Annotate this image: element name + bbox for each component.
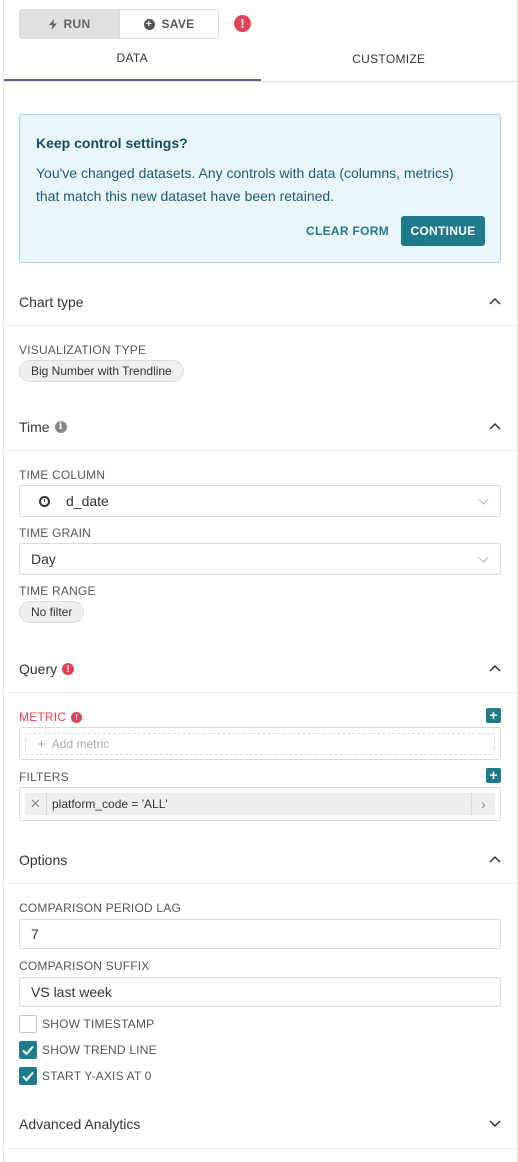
time-grain-label: TIME GRAIN — [19, 526, 92, 540]
run-button[interactable]: RUN — [20, 10, 120, 38]
section-title: Time — [19, 419, 50, 435]
chevron-right-icon[interactable]: › — [471, 793, 495, 815]
error-icon[interactable]: ! — [62, 663, 75, 675]
run-save-button-group: RUN + SAVE — [19, 9, 219, 39]
tab-customize[interactable]: CUSTOMIZE — [261, 40, 518, 81]
comparison-period-lag-input[interactable]: 7 — [19, 919, 501, 949]
run-button-label: RUN — [63, 17, 91, 31]
section-header-advanced-analytics[interactable]: Advanced Analytics — [4, 1102, 517, 1148]
check-icon — [22, 1045, 34, 1056]
comparison-suffix-input[interactable]: VS last week — [19, 977, 501, 1007]
section-title: Options — [19, 852, 68, 868]
add-metric-placeholder: Add metric — [51, 737, 110, 751]
show-trend-line-checkbox[interactable] — [19, 1041, 37, 1059]
time-grain-select[interactable]: Day — [19, 543, 501, 575]
chevron-up-icon — [489, 422, 501, 430]
filter-tag-label: platform_code = 'ALL' — [52, 797, 168, 811]
visualization-type-label: VISUALIZATION TYPE — [19, 343, 147, 357]
section-header-time[interactable]: Time i — [4, 405, 517, 451]
metric-label: METRIC — [19, 710, 67, 724]
time-column-value: d_date — [66, 493, 109, 509]
panel-left-border — [3, 0, 4, 1162]
chevron-up-icon — [489, 664, 501, 672]
section-title-wrap: Time i — [19, 419, 67, 435]
chevron-down-icon — [489, 1120, 501, 1128]
chevron-down-icon — [478, 557, 489, 563]
comparison-suffix-label: COMPARISON SUFFIX — [19, 959, 150, 973]
section-title: Chart type — [19, 294, 84, 310]
section-title-wrap: Query ! — [19, 661, 75, 677]
toolbar: RUN + SAVE ! — [19, 9, 251, 39]
check-icon — [22, 1071, 34, 1082]
section-header-options[interactable]: Options — [4, 838, 517, 884]
section-header-chart-type[interactable]: Chart type — [4, 280, 517, 326]
save-button-label: SAVE — [161, 17, 195, 31]
continue-button[interactable]: CONTINUE — [401, 216, 485, 246]
exclamation-circle-icon[interactable]: ! — [234, 15, 251, 32]
start-y-axis-label: START Y-AXIS AT 0 — [42, 1069, 152, 1083]
show-timestamp-checkbox-row[interactable]: SHOW TIMESTAMP — [19, 1015, 154, 1033]
alert-title: Keep control settings? — [36, 135, 188, 151]
chevron-down-icon — [478, 499, 489, 505]
show-timestamp-checkbox[interactable] — [19, 1015, 37, 1033]
show-trend-line-checkbox-row[interactable]: SHOW TREND LINE — [19, 1041, 157, 1059]
start-y-axis-checkbox-row[interactable]: START Y-AXIS AT 0 — [19, 1067, 152, 1085]
bolt-icon — [48, 18, 57, 30]
tab-data[interactable]: DATA — [4, 40, 261, 81]
show-timestamp-label: SHOW TIMESTAMP — [42, 1017, 155, 1031]
start-y-axis-checkbox[interactable] — [19, 1067, 37, 1085]
show-trend-line-label: SHOW TREND LINE — [42, 1043, 157, 1057]
divider — [4, 1148, 517, 1149]
chevron-up-icon — [489, 297, 501, 305]
time-grain-value: Day — [31, 551, 56, 567]
save-button[interactable]: + SAVE — [120, 10, 218, 38]
visualization-type-pill[interactable]: Big Number with Trendline — [19, 360, 184, 382]
time-column-label: TIME COLUMN — [19, 468, 106, 482]
clear-form-button[interactable]: CLEAR FORM — [306, 224, 389, 238]
section-title: Advanced Analytics — [19, 1116, 141, 1132]
add-metric-plus-button[interactable]: + — [486, 708, 501, 723]
metric-field: + Add metric — [19, 727, 501, 760]
chevron-up-icon — [489, 855, 501, 863]
close-icon[interactable]: ✕ — [25, 793, 47, 815]
keep-settings-alert: Keep control settings? You've changed da… — [19, 114, 501, 263]
error-icon[interactable]: ! — [71, 711, 83, 723]
section-header-query[interactable]: Query ! — [4, 647, 517, 693]
metric-label-wrap: METRIC ! — [19, 710, 83, 724]
plus-circle-icon: + — [143, 18, 155, 30]
comparison-period-lag-label: COMPARISON PERIOD LAG — [19, 901, 182, 915]
time-range-label: TIME RANGE — [19, 584, 96, 598]
section-title: Query — [19, 661, 58, 677]
add-metric-dropzone[interactable]: + Add metric — [25, 733, 495, 755]
alert-body: You've changed datasets. Any controls wi… — [36, 165, 454, 204]
info-icon[interactable]: i — [54, 421, 67, 433]
time-column-select[interactable]: d_date — [19, 485, 501, 517]
filters-label: FILTERS — [19, 770, 69, 784]
filter-tag[interactable]: ✕ platform_code = 'ALL' › — [25, 793, 495, 815]
add-filter-plus-button[interactable]: + — [486, 768, 501, 783]
plus-icon: + — [37, 735, 46, 753]
time-range-pill[interactable]: No filter — [19, 601, 85, 623]
clock-icon — [39, 495, 50, 507]
filters-field: ✕ platform_code = 'ALL' › — [19, 787, 501, 821]
tab-bar: DATA CUSTOMIZE — [4, 40, 517, 82]
